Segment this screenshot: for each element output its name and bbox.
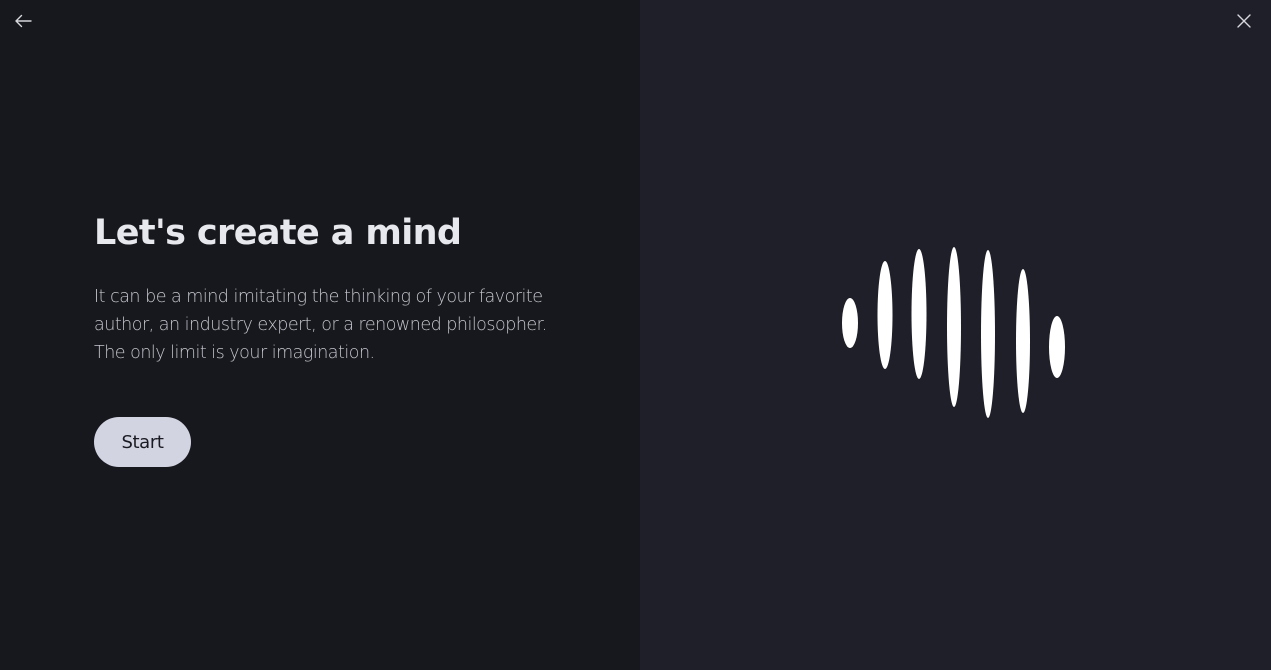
wave-bar: [1049, 316, 1065, 378]
wave-bar: [947, 247, 961, 407]
back-button[interactable]: [10, 8, 36, 34]
sound-wave-icon: [842, 247, 1065, 418]
page-title: Let's create a mind: [94, 213, 462, 253]
intro-description: It can be a mind imitating the thinking …: [94, 283, 554, 367]
intro-content: Let's create a mind It can be a mind imi…: [94, 209, 554, 467]
description-line: The only limit is your imagination.: [94, 343, 375, 363]
description-line: It can be a mind imitating the thinking …: [94, 287, 543, 307]
arrow-left-icon: [15, 14, 32, 28]
wave-bar: [981, 250, 995, 418]
close-icon: [1237, 14, 1251, 28]
wave-bar: [842, 298, 858, 348]
illustration-pane: [640, 0, 1271, 670]
description-line: author, an industry expert, or a renowne…: [94, 315, 547, 335]
close-button[interactable]: [1231, 8, 1257, 34]
wave-bar: [877, 261, 893, 369]
create-mind-dialog: Let's create a mind It can be a mind imi…: [0, 0, 1271, 670]
intro-pane: Let's create a mind It can be a mind imi…: [0, 0, 640, 670]
wave-bar: [911, 249, 927, 379]
start-button[interactable]: Start: [94, 417, 191, 467]
wave-bar: [1016, 269, 1030, 413]
